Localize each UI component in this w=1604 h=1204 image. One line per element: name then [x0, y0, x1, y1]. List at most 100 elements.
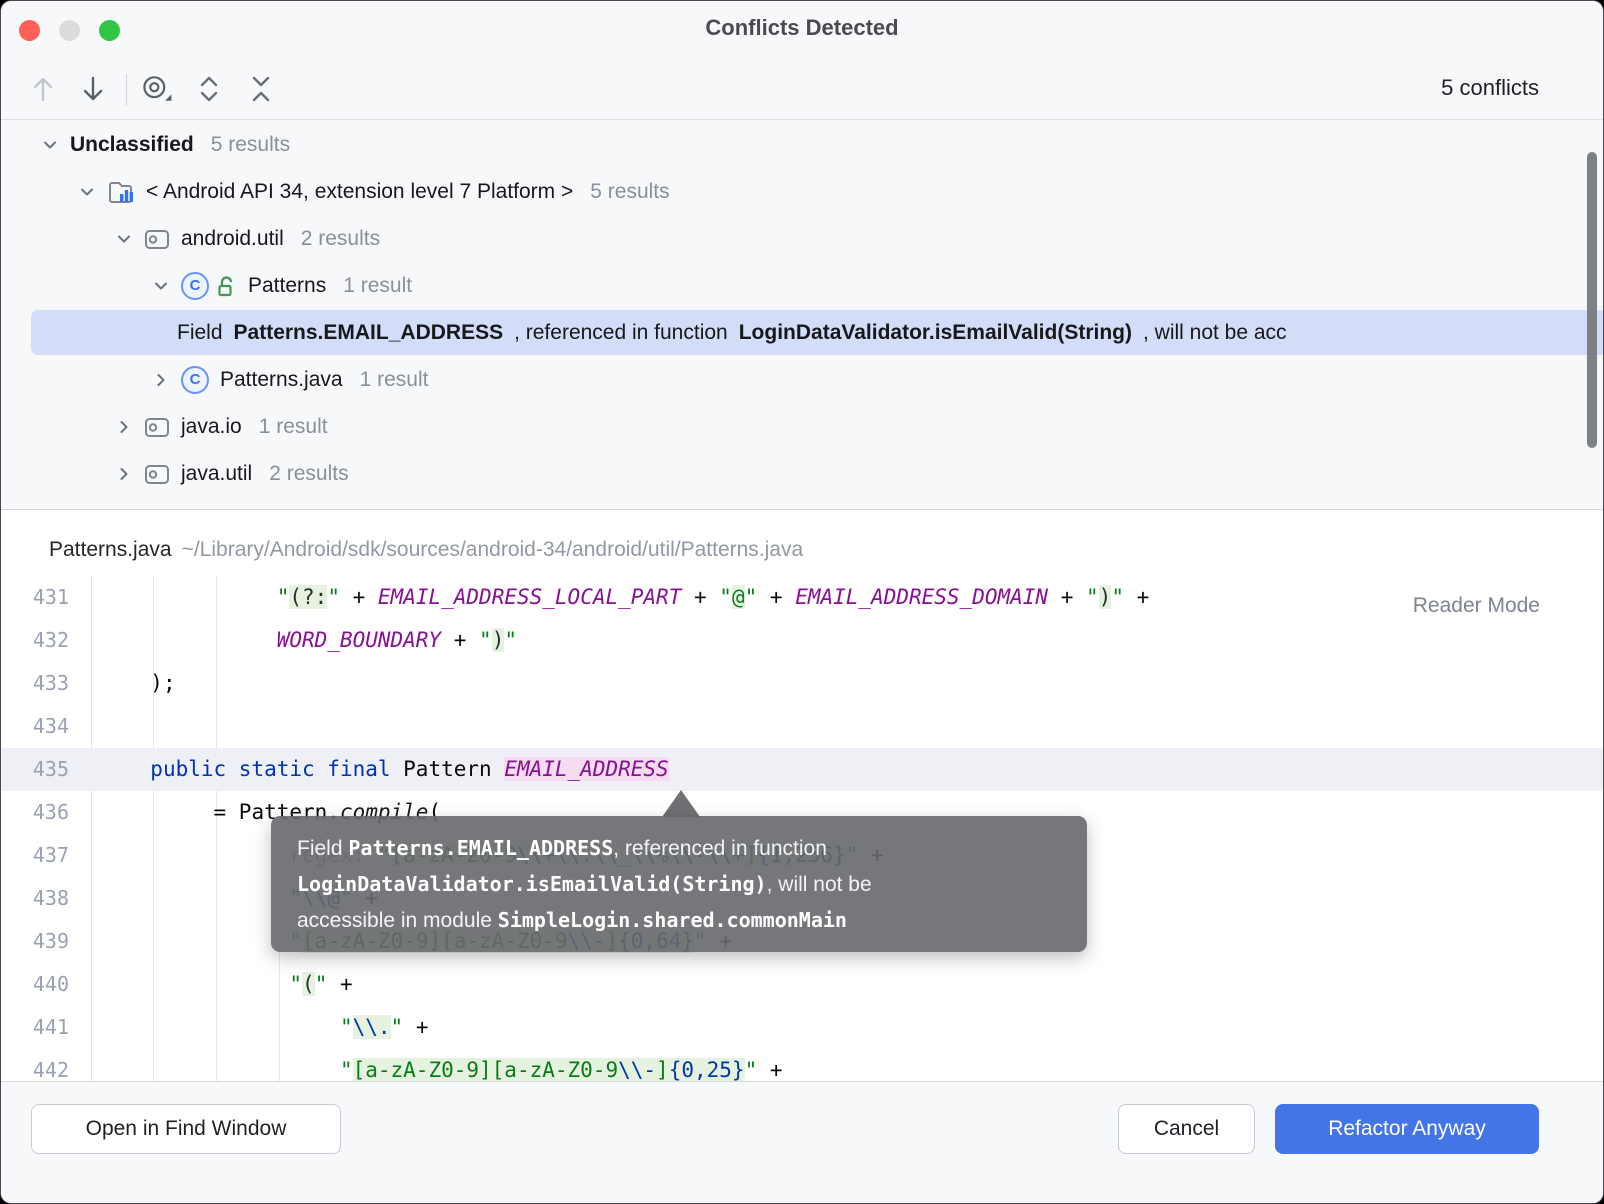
line-number: 442 [1, 1049, 69, 1082]
toolbar: 5 conflicts [1, 59, 1603, 119]
sdk-library-icon [107, 179, 135, 205]
conflict-message-segment: , referenced in function [514, 321, 728, 345]
code-line-432: 432 WORD_BOUNDARY + ")" [1, 619, 1603, 662]
code-token: " [745, 585, 758, 609]
code-token: ] [656, 1058, 669, 1082]
code-token: " [315, 972, 328, 996]
conflict-message-segment: Field [177, 321, 223, 345]
tooltip-code-ref: Patterns.EMAIL_ADDRESS [348, 836, 613, 860]
code-line-431: 431 "(?:" + EMAIL_ADDRESS_LOCAL_PART + "… [1, 576, 1603, 619]
tree-row-label: Patterns [248, 274, 326, 298]
code-line-434: 434 [1, 705, 1603, 748]
code-token: " [479, 628, 492, 652]
code-token: + [681, 585, 719, 609]
tooltip-text-line: Field Patterns.EMAIL_ADDRESS, referenced… [297, 830, 827, 866]
preview-file-header: Patterns.java~/Library/Android/sdk/sourc… [49, 538, 803, 562]
previous-conflict-button[interactable] [25, 71, 61, 107]
line-number: 433 [1, 662, 69, 705]
preview-usages-button[interactable] [139, 71, 175, 107]
title-bar: Conflicts Detected [1, 1, 1603, 59]
code-token: " [340, 1058, 353, 1082]
code-line-442: 442 "[a-zA-Z0-9][a-zA-Z0-9\\-]{0,25}" + [1, 1049, 1603, 1082]
tree-row[interactable]: CPatterns.java1 result [1, 356, 1603, 403]
conflicts-tree: Unclassified5 results< Android API 34, e… [1, 119, 1603, 510]
collapse-all-icon [247, 72, 275, 106]
code-token: [a-zA-Z0-9][a-zA-Z0-9 [353, 1058, 619, 1082]
up-arrow-icon [30, 74, 56, 104]
chevron-right-icon[interactable] [115, 465, 133, 483]
conflicts-count-label: 5 conflicts [1441, 75, 1539, 101]
code-token: " [340, 1015, 353, 1039]
tree-row-label: java.util [181, 462, 252, 486]
tree-scrollbar[interactable] [1587, 152, 1597, 448]
package-icon [144, 462, 170, 486]
tooltip-text-line: LoginDataValidator.isEmailValid(String),… [297, 866, 872, 902]
code-token: public static final [150, 757, 390, 781]
dialog-title: Conflicts Detected [1, 15, 1603, 41]
code-line-441: 441 "\\." + [1, 1006, 1603, 1049]
conflicts-dialog: Conflicts Detected [0, 0, 1604, 1204]
code-token: + [757, 1058, 782, 1082]
chevron-down-icon[interactable] [115, 230, 133, 248]
code-line-440: 440 "(" + [1, 963, 1603, 1006]
code-token: @ [732, 585, 745, 609]
tree-row[interactable]: < Android API 34, extension level 7 Plat… [1, 168, 1603, 215]
tree-row[interactable]: java.io1 result [1, 403, 1603, 450]
code-token: " [719, 585, 732, 609]
code-token: EMAIL_ADDRESS [504, 757, 668, 781]
tree-row[interactable]: java.util2 results [1, 450, 1603, 497]
tree-row-count: 1 result [360, 368, 429, 392]
tree-row[interactable]: CPatterns1 result [1, 262, 1603, 309]
chevron-right-icon[interactable] [115, 418, 133, 436]
refactor-anyway-button[interactable]: Refactor Anyway [1275, 1104, 1539, 1154]
code-token: " [391, 1015, 404, 1039]
chevron-down-icon[interactable] [41, 136, 59, 154]
code-token: + [441, 628, 479, 652]
code-token: ); [150, 671, 175, 695]
code-token: " [327, 585, 340, 609]
tooltip-caret [662, 790, 700, 817]
code-token: " [277, 585, 290, 609]
tooltip-text: , referenced in function [613, 837, 827, 860]
code-token: \\. [353, 1015, 391, 1039]
code-token: + [327, 972, 352, 996]
code-token: + [757, 585, 795, 609]
expand-all-button[interactable] [191, 71, 227, 107]
chevron-down-icon[interactable] [78, 183, 96, 201]
line-number: 436 [1, 791, 69, 834]
footer-bar: Open in Find Window Cancel Refactor Anyw… [1, 1081, 1603, 1204]
line-number: 438 [1, 877, 69, 920]
line-number: 439 [1, 920, 69, 963]
code-token: " [1086, 585, 1099, 609]
code-token: + [1048, 585, 1086, 609]
code-token: (?: [289, 585, 327, 609]
code-token: " [745, 1058, 758, 1082]
eye-icon [139, 72, 175, 106]
open-in-find-window-button[interactable]: Open in Find Window [31, 1104, 341, 1154]
tree-row-label: android.util [181, 227, 284, 251]
tree-row-count: 5 results [211, 133, 290, 157]
code-token: + [340, 585, 378, 609]
tree-row[interactable]: android.util2 results [1, 215, 1603, 262]
conflict-message-row[interactable]: Field Patterns.EMAIL_ADDRESS, referenced… [1, 309, 1603, 356]
chevron-down-icon[interactable] [152, 277, 170, 295]
tree-row-count: 1 result [343, 274, 412, 298]
code-line-435: 435 public static final Pattern EMAIL_AD… [1, 748, 1603, 791]
code-token: ) [492, 628, 505, 652]
toolbar-separator [126, 74, 127, 106]
tooltip-code-ref: SimpleLogin.shared.commonMain [498, 908, 847, 932]
cancel-button[interactable]: Cancel [1118, 1104, 1255, 1154]
tree-row[interactable]: Unclassified5 results [1, 121, 1603, 168]
chevron-right-icon[interactable] [152, 371, 170, 389]
conflict-tooltip: Field Patterns.EMAIL_ADDRESS, referenced… [271, 816, 1087, 952]
line-number: 440 [1, 963, 69, 1006]
tooltip-text-line: accessible in module SimpleLogin.shared.… [297, 902, 847, 938]
line-number: 441 [1, 1006, 69, 1049]
collapse-all-button[interactable] [243, 71, 279, 107]
class-icon: C [181, 366, 209, 394]
tooltip-code-ref: LoginDataValidator.isEmailValid(String) [297, 872, 767, 896]
line-number: 435 [1, 748, 69, 791]
next-conflict-button[interactable] [75, 71, 111, 107]
code-token: " [504, 628, 517, 652]
tooltip-text: Field [297, 837, 348, 860]
